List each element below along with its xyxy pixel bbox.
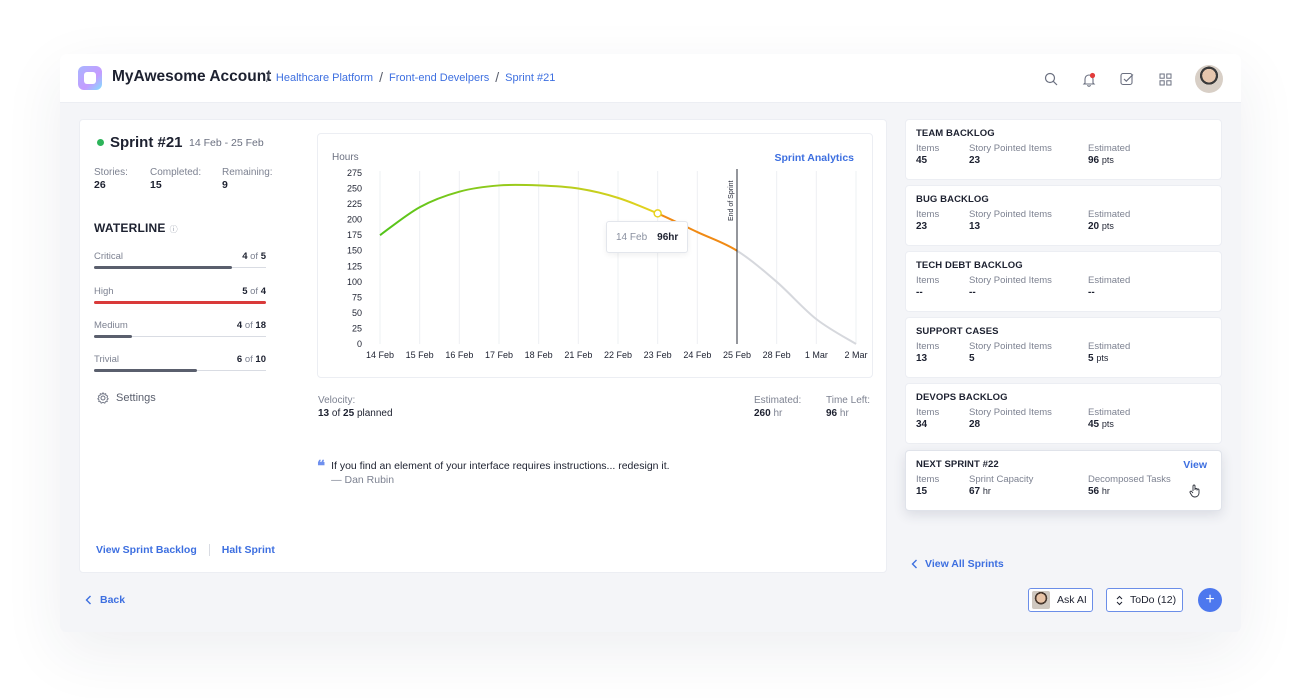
x-tick-label: 24 Feb [683,350,711,360]
x-tick-label: 23 Feb [644,350,672,360]
backlog-card-support[interactable]: SUPPORT CASES Items 13 Story Pointed Item… [905,317,1222,378]
backlog-card-devops[interactable]: DEVOPS BACKLOG Items 34 Story Pointed Ite… [905,383,1222,444]
y-tick-label: 75 [352,292,362,302]
waterline-row-trivial: Trivial 6 of 10 [94,354,266,384]
y-tick-label: 275 [347,168,362,178]
gear-icon [97,392,109,404]
x-tick-label: 15 Feb [406,350,434,360]
waterline-title: WATERLINE ⓘ [94,221,178,235]
y-tick-label: 125 [347,261,362,271]
waterline-row-critical: Critical 4 of 5 [94,251,266,281]
chart-plot: 0 25 50 75 100 125 150 175 200 225 250 275 14 Feb 15 … [347,168,868,360]
quote-icon: ❝ [317,458,326,475]
quote-text: If you find an element of your interface… [331,460,670,472]
halt-sprint-link[interactable]: Halt Sprint [222,544,275,556]
stat-remaining: Remaining: 9 [222,167,273,191]
quote-author: — Dan Rubin [331,474,395,486]
user-avatar[interactable] [1195,65,1223,93]
chevron-left-icon [85,595,91,605]
info-icon[interactable]: ⓘ [170,225,178,234]
breadcrumb-healthcare-platform[interactable]: Healthcare Platform [276,72,373,84]
x-tick-label: 21 Feb [564,350,592,360]
next-sprint-card[interactable]: NEXT SPRINT #22 View Items 15 Sprint Capa… [905,450,1222,511]
backlog-card-tech-debt[interactable]: TECH DEBT BACKLOG Items -- Story Pointed … [905,251,1222,312]
estimated-metric: Estimated: 260 hr [754,395,802,419]
ask-ai-button[interactable]: Ask AI [1028,588,1093,612]
backlog-card-team[interactable]: TEAM BACKLOG Items 45 Story Pointed Items… [905,119,1222,180]
chart-tooltip: 14 Feb 96hr [606,221,688,253]
checkbox-icon[interactable] [1119,71,1135,87]
waterline-fill [94,335,132,338]
x-tick-label: 25 Feb [723,350,751,360]
hand-cursor-icon [1189,484,1200,498]
waterline-fill [94,266,232,269]
x-tick-label: 1 Mar [805,350,828,360]
waterline-row-high: High 5 of 4 [94,286,266,316]
sort-icon [1116,595,1123,605]
y-tick-label: 25 [352,323,362,333]
x-tick-label: 17 Feb [485,350,513,360]
add-button[interactable]: + [1198,588,1222,612]
breadcrumb-frontend-developers[interactable]: Front-end Develpers [389,72,489,84]
quote-block: ❝ If you find an element of your interfa… [317,458,670,486]
y-tick-label: 0 [357,339,362,349]
breadcrumb: / Healthcare Platform / Front-end Develp… [266,69,556,85]
account-name[interactable]: MyAwesome Account [112,68,271,86]
todo-button[interactable]: ToDo (12) [1106,588,1183,612]
sprint-stats: Stories: 26 Completed: 15 Remaining: 9 [94,167,273,191]
y-tick-label: 100 [347,277,362,287]
velocity-metric: Velocity: 13 of 25 planned [318,395,393,419]
sprint-overview-card: Sprint #21 14 Feb - 25 Feb Stories: 26 C… [79,119,887,573]
y-tick-label: 200 [347,215,362,225]
backlog-card-bug[interactable]: BUG BACKLOG Items 23 Story Pointed Items 1… [905,185,1222,246]
chevron-left-icon [911,559,917,569]
sprint-dates: 14 Feb - 25 Feb [189,137,264,149]
series-line-projection [736,249,857,345]
settings-button[interactable]: Settings [97,392,156,404]
x-tick-label: 18 Feb [525,350,553,360]
grid-icon[interactable] [1157,71,1173,87]
waterline-fill [94,301,266,304]
top-bar: MyAwesome Account / Healthcare Platform … [60,54,1241,103]
y-tick-label: 225 [347,199,362,209]
x-tick-label: 28 Feb [763,350,791,360]
end-of-sprint-label: End of Sprint [728,180,735,221]
tooltip-marker [653,209,662,218]
view-all-sprints-link[interactable]: View All Sprints [911,558,1004,570]
view-sprint-backlog-link[interactable]: View Sprint Backlog [96,544,197,556]
bell-icon[interactable] [1081,71,1097,87]
y-tick-label: 50 [352,308,362,318]
next-sprint-view-link[interactable]: View [1183,459,1207,471]
y-tick-label: 150 [347,246,362,256]
x-tick-label: 2 Mar [844,350,867,360]
waterline-row-medium: Medium 4 of 18 [94,320,266,350]
assistant-avatar [1032,591,1050,609]
y-tick-label: 250 [347,184,362,194]
waterline-fill [94,369,198,372]
breadcrumb-sprint[interactable]: Sprint #21 [505,72,555,84]
sprint-status-dot [97,139,104,146]
search-icon[interactable] [1043,71,1059,87]
x-tick-label: 14 Feb [366,350,394,360]
y-tick-label: 175 [347,230,362,240]
app-logo[interactable] [78,66,102,90]
top-bar-actions [1043,65,1223,93]
stat-completed: Completed: 15 [150,167,202,191]
time-left-metric: Time Left: 96 hr [826,395,871,419]
x-tick-label: 22 Feb [604,350,632,360]
burndown-chart: Hours Sprint Analytics 0 25 50 75 100 125 150 1… [317,133,873,378]
back-button[interactable]: Back [85,594,125,606]
sprint-title: Sprint #21 [110,134,183,151]
x-tick-label: 16 Feb [445,350,473,360]
stat-stories: Stories: 26 [94,167,128,191]
sprint-actions: View Sprint Backlog Halt Sprint [96,544,275,556]
